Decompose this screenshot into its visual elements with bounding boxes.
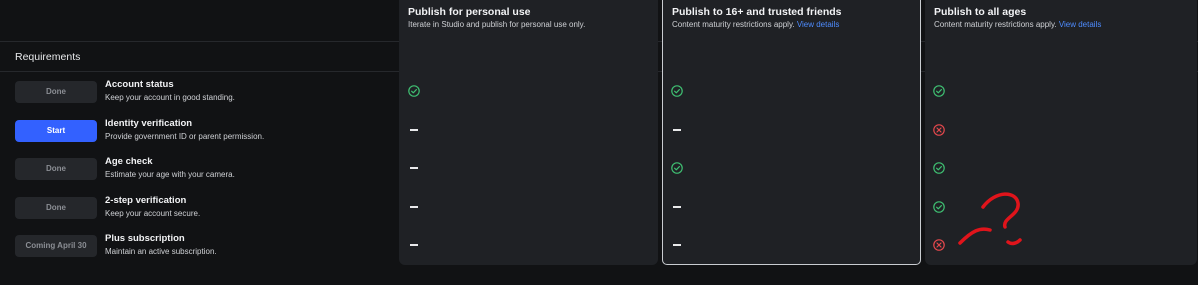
requirement-title: Age check	[105, 156, 153, 167]
column-subtitle: Iterate in Studio and publish for person…	[408, 20, 586, 29]
requirement-description: Maintain an active subscription.	[105, 247, 217, 256]
requirement-title: 2-step verification	[105, 195, 187, 206]
done-button: Done	[15, 197, 97, 219]
dash-icon	[673, 244, 681, 246]
requirement-description: Keep your account secure.	[105, 209, 201, 218]
coming-soon-button: Coming April 30	[15, 235, 97, 257]
requirement-title: Plus subscription	[105, 233, 185, 244]
column-subtitle: Content maturity restrictions apply. Vie…	[672, 20, 840, 29]
done-button: Done	[15, 158, 97, 180]
red-annotation-scribble	[958, 192, 1022, 246]
requirements-label: Requirements	[15, 51, 81, 63]
check-circle-icon	[933, 162, 945, 174]
check-circle-icon	[671, 162, 683, 174]
check-circle-icon	[671, 85, 683, 97]
view-details-link[interactable]: View details	[1059, 20, 1102, 29]
start-button[interactable]: Start	[15, 120, 97, 142]
requirement-row: Start Identity verification Provide govern…	[0, 118, 1198, 156]
dash-icon	[410, 244, 418, 246]
requirement-description: Estimate your age with your camera.	[105, 170, 235, 179]
requirement-title: Account status	[105, 79, 174, 90]
requirement-description: Provide government ID or parent permissi…	[105, 132, 265, 141]
x-circle-icon	[933, 124, 945, 136]
dash-icon	[673, 206, 681, 208]
check-circle-icon	[933, 201, 945, 213]
check-circle-icon	[933, 85, 945, 97]
requirement-title: Identity verification	[105, 118, 193, 129]
dash-icon	[410, 129, 418, 131]
column-title: Publish to all ages	[934, 6, 1027, 18]
column-subtitle: Content maturity restrictions apply. Vie…	[934, 20, 1102, 29]
column-title: Publish for personal use	[408, 6, 531, 18]
requirement-row: Done Account status Keep your account in g…	[0, 79, 1198, 117]
dash-icon	[410, 167, 418, 169]
dash-icon	[673, 129, 681, 131]
dash-icon	[410, 206, 418, 208]
requirement-description: Keep your account in good standing.	[105, 93, 235, 102]
done-button: Done	[15, 81, 97, 103]
check-circle-icon	[408, 85, 420, 97]
view-details-link[interactable]: View details	[797, 20, 840, 29]
column-title: Publish to 16+ and trusted friends	[672, 6, 842, 18]
x-circle-icon	[933, 239, 945, 251]
